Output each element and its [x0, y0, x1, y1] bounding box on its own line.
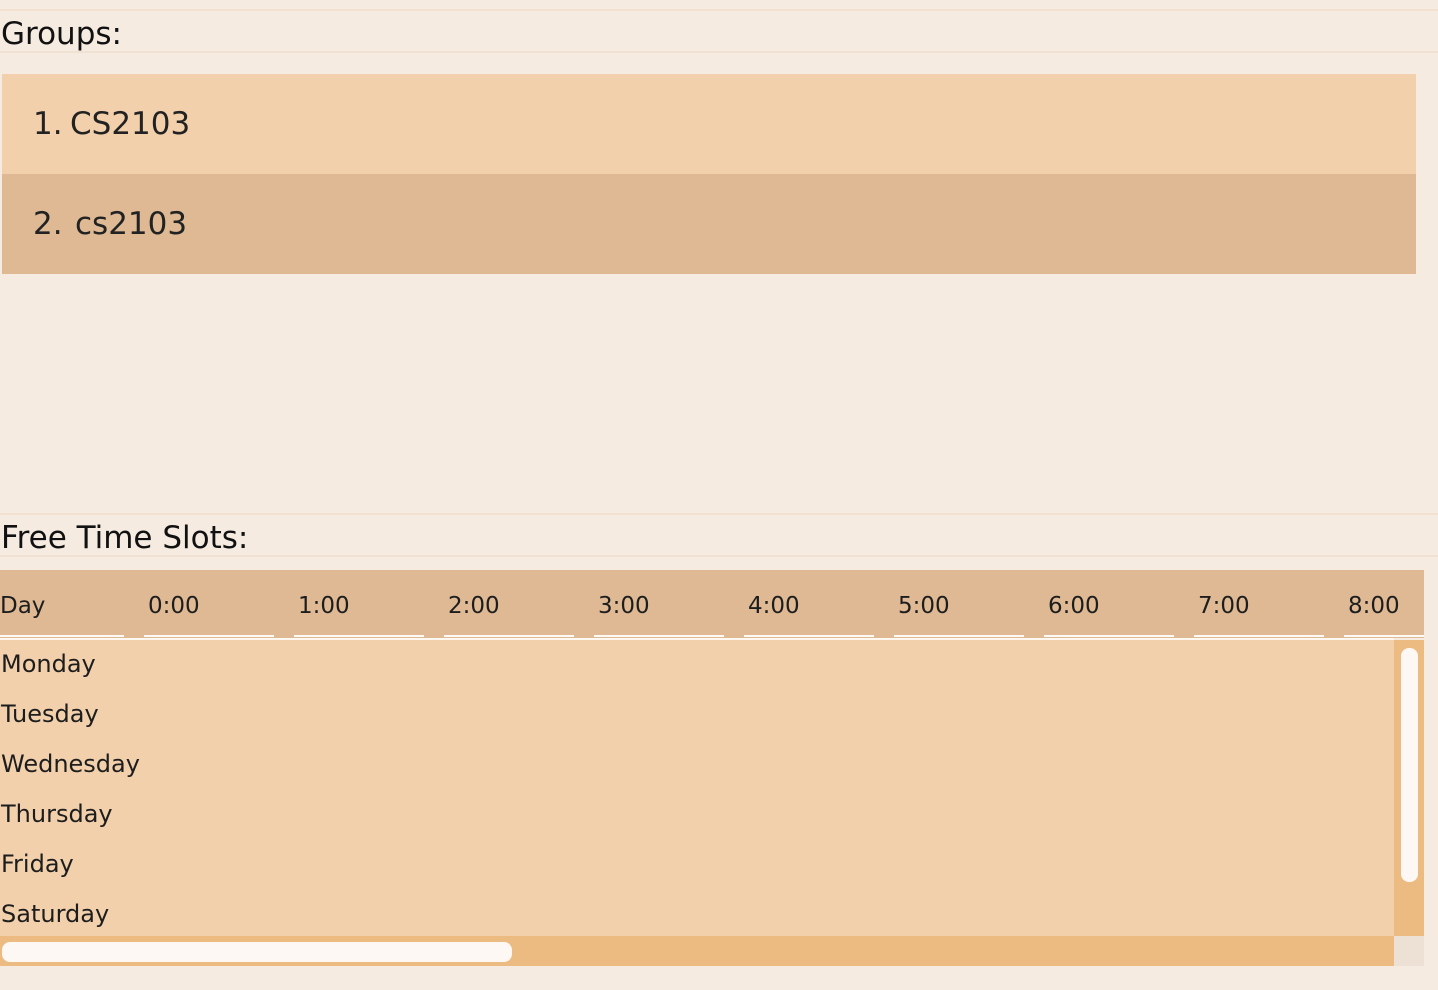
- table-row[interactable]: Friday: [0, 840, 1394, 890]
- column-header-label: 1:00: [298, 593, 350, 619]
- group-list: 1. CS2103 2. cs2103: [2, 74, 1416, 274]
- group-index: 1.: [33, 106, 63, 142]
- column-header-label: 7:00: [1198, 593, 1250, 619]
- table-row[interactable]: Wednesday: [0, 740, 1394, 790]
- table-row[interactable]: Tuesday: [0, 690, 1394, 740]
- free-time-table: Day 0:00 1:00 2:00 3:00 4:00 5:00 6:00 7…: [0, 570, 1424, 966]
- column-header-hour[interactable]: 1:00: [294, 570, 424, 638]
- groups-title: Groups:: [1, 16, 122, 52]
- column-header-hour[interactable]: 0:00: [144, 570, 274, 638]
- group-list-item[interactable]: 2. cs2103: [2, 174, 1416, 274]
- divider: [0, 9, 1438, 11]
- column-underline: [144, 635, 274, 637]
- column-header-label: 4:00: [748, 593, 800, 619]
- column-header-label: 5:00: [898, 593, 950, 619]
- table-row[interactable]: Thursday: [0, 790, 1394, 840]
- column-underline: [894, 635, 1024, 637]
- column-header-hour[interactable]: 2:00: [444, 570, 574, 638]
- column-underline: [594, 635, 724, 637]
- column-header-hour[interactable]: 3:00: [594, 570, 724, 638]
- column-underline: [1194, 635, 1324, 637]
- column-header-label: Day: [0, 593, 46, 619]
- vertical-scrollbar-thumb[interactable]: [1401, 648, 1418, 882]
- column-underline: [444, 635, 574, 637]
- table-header: Day 0:00 1:00 2:00 3:00 4:00 5:00 6:00 7…: [0, 570, 1424, 638]
- divider: [0, 555, 1438, 557]
- column-header-hour[interactable]: 4:00: [744, 570, 874, 638]
- day-cell: Saturday: [1, 900, 110, 928]
- column-header-label: 8:00: [1348, 593, 1400, 619]
- day-cell: Monday: [1, 650, 96, 678]
- app-window: Groups: 1. CS2103 2. cs2103 Free Time Sl…: [0, 0, 1438, 990]
- column-underline: [0, 635, 124, 637]
- column-header-label: 2:00: [448, 593, 500, 619]
- table-body: Monday Tuesday Wednesday Thursday Friday…: [0, 638, 1394, 936]
- vertical-scrollbar[interactable]: [1394, 640, 1424, 936]
- column-header-hour[interactable]: 5:00: [894, 570, 1024, 638]
- group-name: CS2103: [70, 106, 191, 142]
- column-header-label: 3:00: [598, 593, 650, 619]
- column-header-hour[interactable]: 8:00: [1344, 570, 1424, 638]
- column-header-hour[interactable]: 6:00: [1044, 570, 1174, 638]
- group-index: 2.: [33, 206, 63, 242]
- divider: [0, 513, 1438, 515]
- table-row[interactable]: Saturday: [0, 890, 1394, 940]
- day-cell: Tuesday: [1, 700, 99, 728]
- table-row[interactable]: Monday: [0, 640, 1394, 690]
- horizontal-scrollbar[interactable]: [0, 936, 1394, 966]
- column-underline: [744, 635, 874, 637]
- horizontal-scrollbar-thumb[interactable]: [2, 942, 512, 962]
- column-underline: [1344, 635, 1424, 637]
- free-time-slots-title: Free Time Slots:: [1, 520, 249, 556]
- column-header-label: 6:00: [1048, 593, 1100, 619]
- column-header-day[interactable]: Day: [0, 570, 124, 638]
- column-header-label: 0:00: [148, 593, 200, 619]
- group-list-item[interactable]: 1. CS2103: [2, 74, 1416, 174]
- scrollbar-corner: [1394, 936, 1424, 966]
- day-cell: Wednesday: [1, 750, 140, 778]
- column-underline: [1044, 635, 1174, 637]
- column-header-hour[interactable]: 7:00: [1194, 570, 1324, 638]
- day-cell: Friday: [1, 850, 74, 878]
- column-underline: [294, 635, 424, 637]
- day-cell: Thursday: [1, 800, 113, 828]
- group-name: cs2103: [75, 206, 188, 242]
- divider: [0, 51, 1438, 53]
